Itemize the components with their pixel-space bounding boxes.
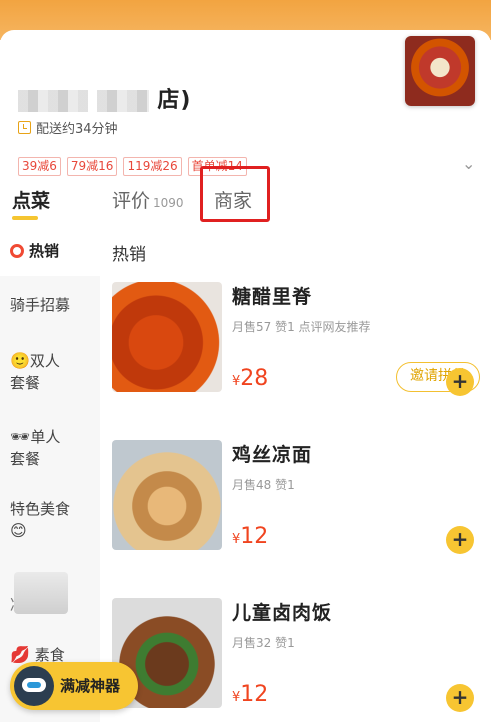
discount-helper-label: 满减神器 [60,677,121,695]
add-to-cart-button[interactable]: + [446,684,474,712]
price-value: 28 [240,366,269,391]
add-to-cart-button[interactable]: + [446,368,474,396]
sidebar-item-single-meal[interactable]: 🕶单人 套餐 [10,426,60,470]
dish-image[interactable] [112,282,222,392]
dish-image[interactable] [112,440,222,550]
shop-header: 店) 配送约34分钟 39减6 79减16 119减26 首单减14 ⌄ [0,30,491,178]
sidebar-item-label: 热销 [29,242,60,260]
dish-sales: 月售57 赞1 点评网友推荐 [232,320,371,334]
sidebar-item-specialty[interactable]: 特色美食 😊 [10,498,70,542]
dish-name: 糖醋里脊 [232,286,313,308]
promo-tag: 119减26 [123,157,182,176]
reviews-count: 1090 [153,196,184,210]
sunglasses-icon: 🕶 [10,427,31,446]
dish-name: 鸡丝凉面 [232,444,313,466]
price-value: 12 [240,524,269,549]
shop-avatar[interactable] [405,36,475,106]
highlight-box [200,166,270,222]
shop-name-suffix: 店) [157,88,192,113]
grin-emoji-icon: 😊 [10,521,27,540]
dish-price: ¥28 [232,366,268,391]
delivery-info: 配送约34分钟 [18,118,118,137]
dish-sales: 月售32 赞1 [232,636,295,650]
promo-tag: 39减6 [18,157,61,176]
sidebar-item-hot[interactable]: 热销 [10,240,59,262]
clock-icon [18,121,31,134]
promo-tag: 79减16 [66,157,118,176]
add-to-cart-button[interactable]: + [446,526,474,554]
sidebar-item-label: 骑手招募 [10,296,71,314]
dish-price: ¥12 [232,682,268,707]
tab-order[interactable]: 点菜 [12,186,50,213]
price-value: 12 [240,682,269,707]
sidebar-item-double-meal[interactable]: 🙂双人 套餐 [10,350,60,394]
active-tab-indicator [12,216,38,220]
tab-reviews[interactable]: 评价 1090 [112,186,184,213]
section-title: 热销 [112,245,146,265]
hot-icon [10,244,24,258]
delivery-time: 配送约34分钟 [36,122,118,137]
robot-icon [14,666,54,706]
tab-reviews-label: 评价 [112,190,151,212]
dish-sales: 月售48 赞1 [232,478,295,492]
blurred-category-image [14,572,68,614]
lips-icon: 💋 [10,645,30,664]
dish-name: 儿童卤肉饭 [232,602,333,624]
blurred-name-part [18,90,88,112]
discount-helper-button[interactable]: 满减神器 [10,662,138,710]
sidebar-item-label: 特色美食 [10,500,71,518]
blurred-name-part [96,90,149,112]
chevron-down-icon[interactable]: ⌄ [462,154,475,173]
shop-name: 店) [18,82,191,114]
category-sidebar: 热销 骑手招募 🙂双人 套餐 🕶单人 套餐 特色美食😊 凉菜 💋 素食 [0,224,100,722]
smile-emoji-icon: 🙂 [10,351,30,370]
sidebar-item-rider-recruit[interactable]: 骑手招募 [10,294,70,316]
dish-price: ¥12 [232,524,268,549]
